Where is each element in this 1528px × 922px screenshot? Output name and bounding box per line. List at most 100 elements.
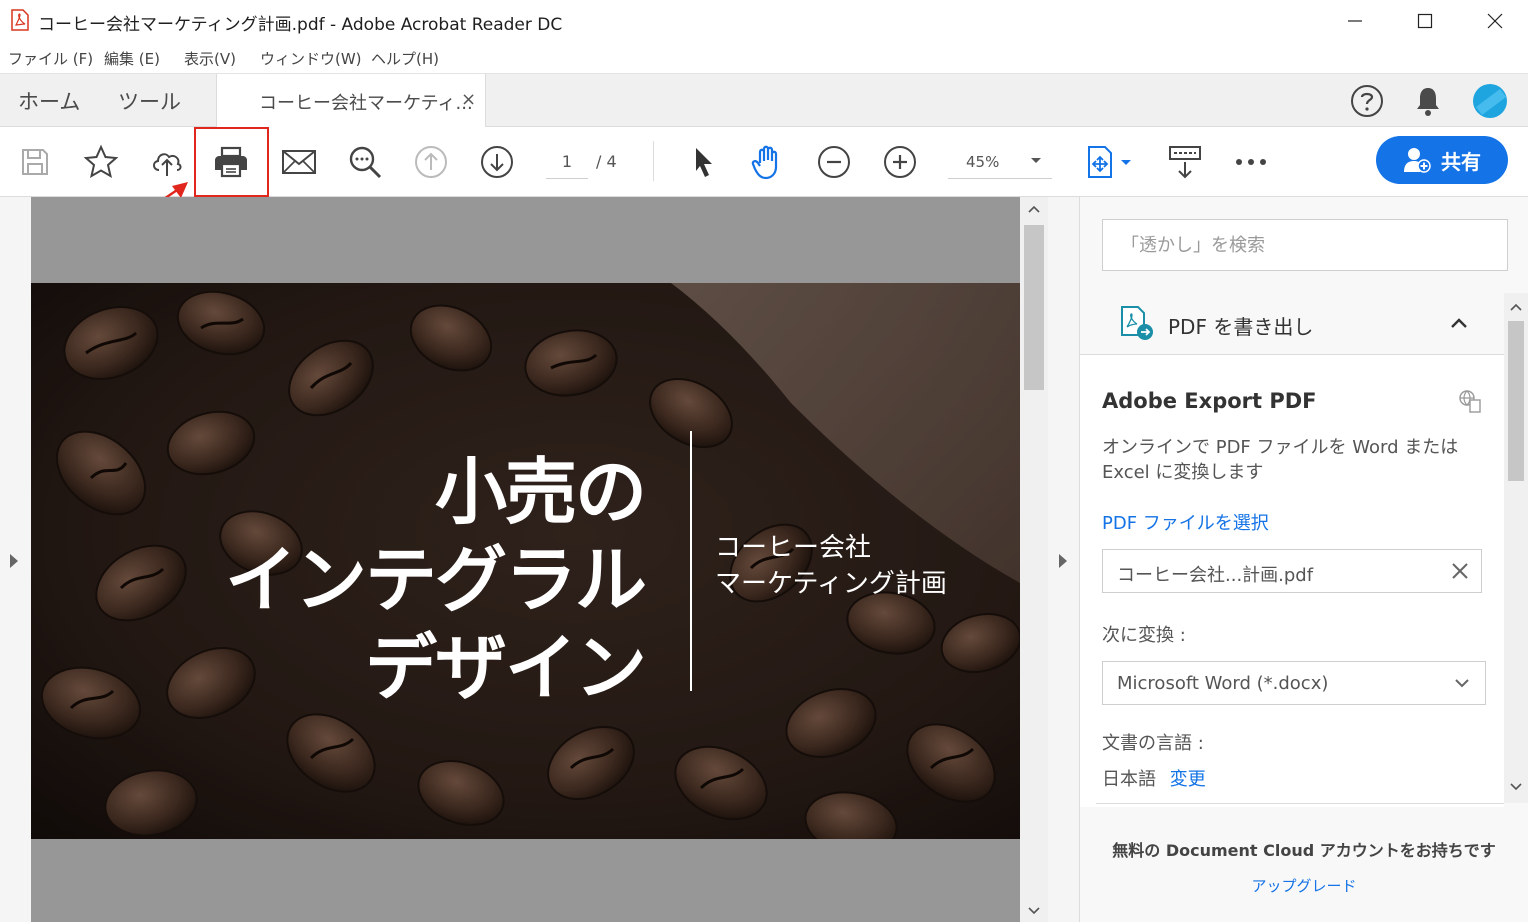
share-button[interactable]: 共有 [1376, 136, 1508, 184]
save-icon [22, 149, 48, 175]
minus-circle-icon [818, 146, 850, 178]
document-viewer[interactable]: 小売の インテグラル デザイン コーヒー会社 マーケティング計画 [0, 197, 1080, 922]
chevron-down-icon [1031, 158, 1041, 163]
zoom-level-select[interactable]: 45% [948, 145, 1052, 179]
tool-search-input[interactable] [1103, 220, 1507, 270]
help-button[interactable] [1350, 84, 1384, 118]
maximize-button[interactable] [1390, 0, 1460, 42]
export-card-title: Adobe Export PDF [1102, 389, 1317, 413]
scroll-up-icon[interactable] [1510, 303, 1522, 311]
keyboard-scroll-icon [1169, 146, 1201, 179]
page-fit-button[interactable] [1082, 143, 1136, 181]
save-button[interactable] [16, 143, 54, 181]
pdf-page-cover: 小売の インテグラル デザイン コーヒー会社 マーケティング計画 [31, 283, 1020, 839]
upgrade-link[interactable]: アップグレード [1080, 875, 1528, 896]
convert-to-label: 次に変換 : [1102, 625, 1186, 646]
expand-left-panel-icon[interactable] [8, 553, 20, 569]
acrobat-pdf-icon [11, 9, 29, 31]
document-language-value: 日本語 [1102, 769, 1156, 790]
hand-tool-button[interactable] [749, 143, 787, 181]
convert-format-select[interactable]: Microsoft Word (*.docx) [1102, 661, 1486, 705]
minimize-button[interactable] [1320, 0, 1390, 42]
menu-help[interactable]: ヘルプ(H) [371, 48, 439, 69]
plus-circle-icon [884, 146, 916, 178]
menu-edit[interactable]: 編集 (E) [104, 48, 160, 69]
upload-cloud-button[interactable] [148, 143, 186, 181]
export-card-description: オンラインで PDF ファイルを Word または Excel に変換します [1102, 437, 1459, 483]
title-bar: コーヒー会社マーケティング計画.pdf - Adobe Acrobat Read… [0, 0, 1528, 42]
left-panel-toggle-strip [0, 197, 30, 922]
select-tool-button[interactable] [684, 143, 722, 181]
add-user-icon [1404, 148, 1431, 173]
star-icon [83, 144, 119, 179]
search-icon [349, 146, 382, 179]
document-tab-title: コーヒー会社マーケティ... [259, 93, 473, 114]
clear-file-icon[interactable] [1447, 558, 1473, 584]
page-total: / 4 [596, 152, 617, 171]
export-pdf-card: Adobe Export PDF オンラインで PDF ファイルを Word ま… [1080, 355, 1504, 807]
share-button-label: 共有 [1441, 149, 1481, 174]
tools-pane-scrollbar-thumb[interactable] [1508, 321, 1524, 481]
document-language-row: 日本語 変更 [1102, 765, 1206, 791]
document-language-label: 文書の言語 : [1102, 733, 1204, 754]
tab-document[interactable]: コーヒー会社マーケティ... × [216, 74, 486, 127]
cover-subtitle-line-1: コーヒー会社 [715, 533, 872, 563]
next-page-button[interactable] [478, 143, 516, 181]
cover-title-line-3: デザイン [364, 626, 647, 710]
zoom-out-button[interactable] [815, 143, 853, 181]
bookmark-button[interactable] [82, 143, 120, 181]
cover-divider [690, 431, 692, 691]
close-window-button[interactable] [1460, 0, 1528, 42]
export-pdf-icon [1121, 306, 1153, 340]
change-language-link[interactable]: 変更 [1170, 769, 1206, 790]
globe-document-icon [1459, 390, 1481, 413]
selected-file-field[interactable]: コーヒー会社...計画.pdf [1102, 549, 1482, 593]
convert-format-value: Microsoft Word (*.docx) [1117, 673, 1329, 694]
hand-icon [751, 145, 778, 180]
chevron-down-icon [1455, 679, 1469, 688]
document-scrollbar-thumb[interactable] [1024, 225, 1044, 390]
menu-file[interactable]: ファイル (F) [8, 48, 93, 69]
tools-pane: PDF を書き出し Adobe Export PDF オンラインで PDF ファ… [1080, 197, 1528, 922]
cloud-upload-icon [153, 153, 182, 176]
zoom-in-button[interactable] [881, 143, 919, 181]
tools-pane-divider [1096, 803, 1504, 804]
menu-window[interactable]: ウィンドウ(W) [260, 48, 362, 69]
close-tab-icon[interactable]: × [461, 89, 476, 110]
collapse-right-panel-icon[interactable] [1057, 553, 1069, 569]
arrow-up-circle-icon [415, 146, 447, 178]
scroll-down-icon[interactable] [1510, 783, 1522, 791]
right-panel-toggle-strip [1048, 197, 1080, 922]
tab-home[interactable]: ホーム [18, 86, 80, 116]
fit-page-icon [1088, 146, 1131, 178]
bell-icon [1417, 88, 1439, 116]
export-pdf-header-label: PDF を書き出し [1168, 315, 1314, 339]
read-mode-button[interactable] [1166, 143, 1204, 181]
tool-search-box[interactable] [1102, 219, 1508, 271]
previous-page-button[interactable] [412, 143, 450, 181]
scroll-down-icon[interactable] [1028, 907, 1040, 915]
menu-view[interactable]: 表示(V) [184, 48, 236, 69]
close-icon [1487, 13, 1503, 29]
help-icon [1351, 85, 1383, 117]
tab-bar: ホーム ツール コーヒー会社マーケティ... × [0, 74, 1528, 127]
window-title: コーヒー会社マーケティング計画.pdf - Adobe Acrobat Read… [38, 15, 563, 35]
arrow-down-circle-icon [481, 146, 513, 178]
select-pdf-file-link[interactable]: PDF ファイルを選択 [1102, 509, 1269, 535]
more-tools-button[interactable] [1232, 143, 1270, 181]
search-text-button[interactable] [346, 143, 384, 181]
cover-subtitle-line-2: マーケティング計画 [715, 569, 947, 599]
email-button[interactable] [280, 143, 318, 181]
scroll-up-icon[interactable] [1028, 205, 1040, 213]
toolbar: 1 / 4 45% 共有 [0, 127, 1528, 197]
zoom-level-value: 45% [966, 153, 1000, 171]
page-number-input[interactable]: 1 [546, 145, 588, 179]
print-highlight-box [194, 127, 269, 197]
notifications-button[interactable] [1412, 84, 1444, 118]
tab-tools[interactable]: ツール [118, 86, 181, 116]
menu-bar: ファイル (F) 編集 (E) 表示(V) ウィンドウ(W) ヘルプ(H) [0, 42, 1528, 74]
chevron-up-icon[interactable] [1450, 317, 1468, 329]
avatar[interactable] [1472, 83, 1508, 119]
document-cloud-promo: 無料の Document Cloud アカウントをお持ちです [1112, 841, 1496, 860]
export-pdf-header[interactable]: PDF を書き出し [1080, 293, 1504, 355]
